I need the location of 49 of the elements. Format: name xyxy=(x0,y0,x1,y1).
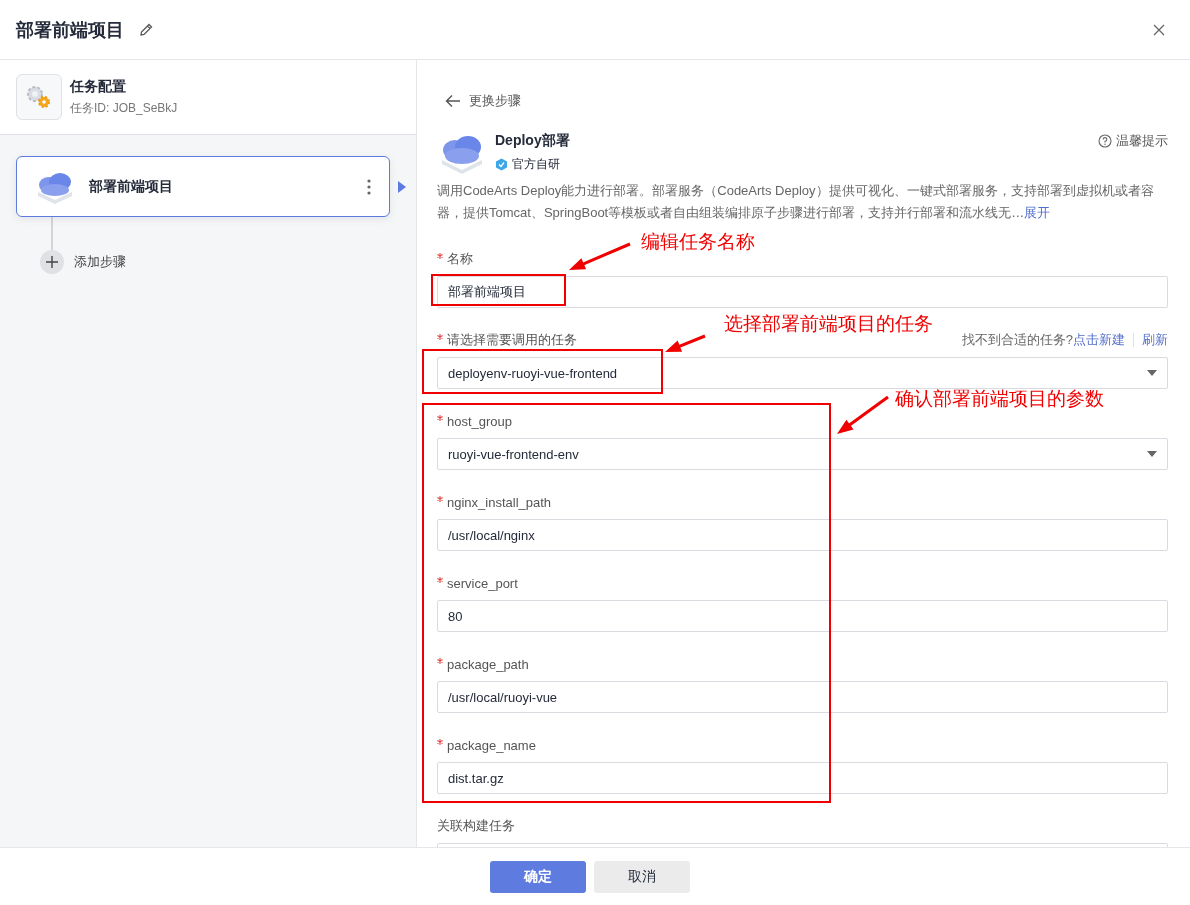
add-step-link[interactable]: 添加步骤 xyxy=(74,253,126,271)
input-field[interactable]: dist.tar.gz xyxy=(437,762,1168,794)
annotation-arrow xyxy=(569,242,631,270)
task-id: 任务ID: JOB_SeBkJ xyxy=(70,99,178,117)
annotation-text: 确认部署前端项目的参数 xyxy=(895,387,1104,411)
task-config-title: 任务配置 xyxy=(70,77,127,96)
field-label: service_port xyxy=(447,575,518,591)
dropdown-caret-icon xyxy=(1147,451,1157,457)
back-arrow-icon[interactable] xyxy=(445,94,461,108)
input-field[interactable]: 80 xyxy=(437,600,1168,632)
more-icon[interactable] xyxy=(367,178,371,195)
input-field[interactable]: 部署前端项目 xyxy=(437,276,1168,308)
field-label: package_path xyxy=(447,656,529,672)
plugin-name: Deploy部署 xyxy=(495,132,570,150)
field-label: host_group xyxy=(447,413,513,429)
verified-badge-icon xyxy=(495,158,508,171)
annotation-arrow xyxy=(837,395,889,434)
annotation-arrow xyxy=(665,334,706,352)
official-label: 官方自研 xyxy=(512,156,560,173)
annotation-text: 编辑任务名称 xyxy=(641,230,755,254)
create-link[interactable]: 点击新建 xyxy=(1073,331,1125,349)
field-label: package_name xyxy=(447,737,536,753)
select-field[interactable]: ruoyi-vue-frontend-env xyxy=(437,438,1168,470)
refresh-link[interactable]: 刷新 xyxy=(1142,331,1168,349)
dialog-title: 部署前端项目 xyxy=(16,18,124,42)
help-icon[interactable] xyxy=(1098,134,1112,148)
field-label: 请选择需要调用的任务 xyxy=(447,331,577,349)
dropdown-caret-icon xyxy=(1147,370,1157,376)
hint-text: 找不到合适的任务? xyxy=(961,331,1073,349)
cancel-button[interactable]: 取消 xyxy=(594,860,690,893)
step-name: 部署前端项目 xyxy=(89,177,173,196)
expand-link[interactable]: 展开 xyxy=(1024,205,1051,220)
gear-icon xyxy=(16,74,62,120)
input-field[interactable]: /usr/local/ruoyi-vue xyxy=(437,681,1168,713)
tips-link[interactable]: 温馨提示 xyxy=(1116,132,1168,150)
pointer-icon xyxy=(398,180,406,193)
annotation-text: 选择部署前端项目的任务 xyxy=(724,312,933,336)
back-link[interactable]: 更换步骤 xyxy=(469,92,521,110)
step-card[interactable]: 部署前端项目 xyxy=(16,156,390,217)
field-label: nginx_install_path xyxy=(447,494,552,510)
add-icon[interactable] xyxy=(40,250,64,274)
confirm-button[interactable]: 确定 xyxy=(490,860,586,893)
plugin-description: 调用CodeArts Deploy能力进行部署。部署服务（CodeArts Deploy）提供可视化、一键式部署服务，支持部署到虚拟机或者容器，提供Tomcat、SpringBoot等模板或者自由组装编排原子步骤进行部署，支持并行部署和流水线无…展开 xyxy=(437,182,1155,222)
select-field[interactable]: deployenv-ruoyi-vue-frontend xyxy=(437,357,1168,389)
pencil-icon[interactable] xyxy=(138,21,154,38)
field-label: 关联构建任务 xyxy=(437,817,515,835)
field-label: 名称 xyxy=(447,250,473,268)
input-field[interactable]: /usr/local/nginx xyxy=(437,519,1168,551)
close-icon[interactable] xyxy=(1152,22,1166,37)
